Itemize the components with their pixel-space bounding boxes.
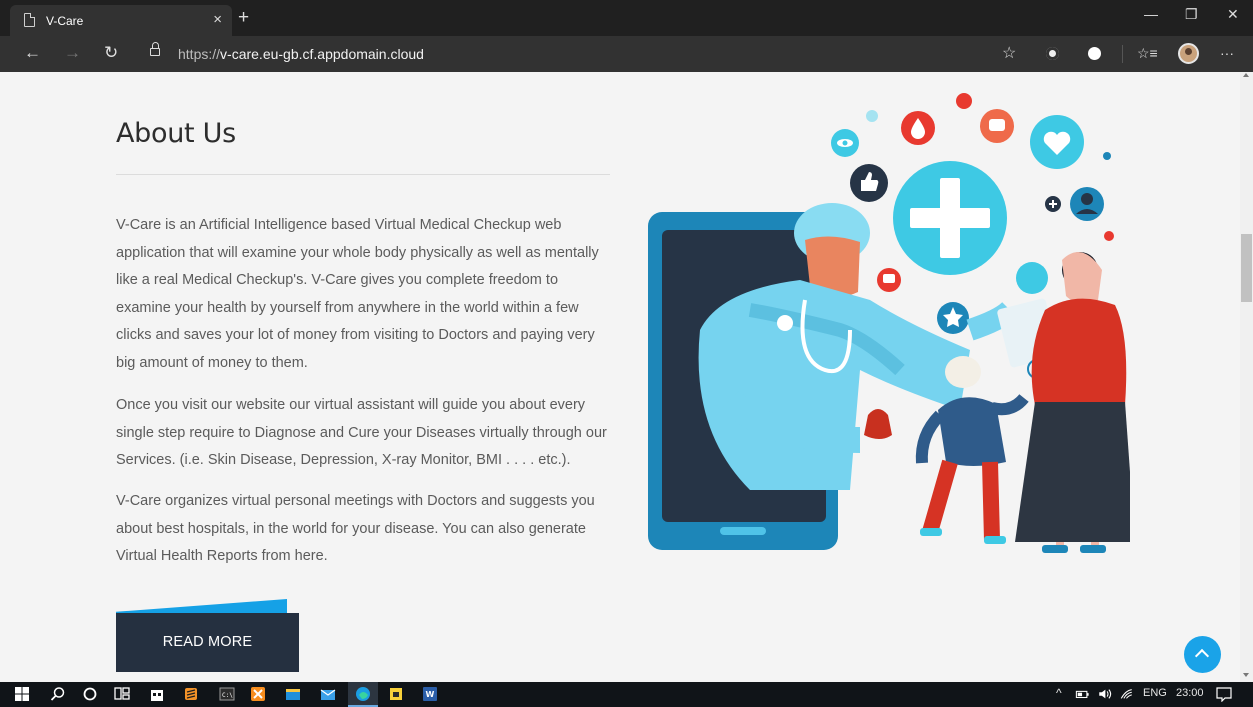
about-paragraph: Once you visit our website our virtual a… (116, 397, 607, 468)
about-paragraph: V-Care organizes virtual personal meetin… (116, 493, 595, 564)
favorite-star-icon[interactable]: ☆ (1002, 43, 1016, 63)
url-protocol: https:// (178, 46, 221, 62)
sticky-notes-icon[interactable] (388, 686, 404, 702)
new-tab-button[interactable]: + (238, 7, 249, 29)
battery-icon[interactable] (1075, 687, 1090, 701)
about-paragraph: V-Care is an Artificial Intelligence bas… (116, 217, 599, 371)
toolbar-divider (1122, 45, 1123, 63)
restore-button[interactable]: ❐ (1185, 6, 1198, 23)
browser-tab[interactable]: V-Care × (10, 5, 232, 36)
browser-titlebar: V-Care × + — ❐ ✕ (0, 0, 1253, 36)
browser-toolbar: ← → ↻ https://v-care.eu-gb.cf.appdomain.… (0, 36, 1253, 72)
scrollbar-thumb[interactable] (1241, 234, 1252, 302)
favorites-icon[interactable]: ☆≡ (1137, 45, 1158, 62)
scrollbar[interactable] (1240, 72, 1253, 682)
volume-icon[interactable] (1097, 687, 1112, 701)
cortana-icon[interactable] (82, 686, 98, 702)
child-head (945, 356, 981, 388)
mail-icon[interactable] (320, 686, 336, 702)
medicine-bag (864, 409, 892, 439)
address-input[interactable]: https://v-care.eu-gb.cf.appdomain.cloud (178, 46, 424, 62)
woman-top (1031, 298, 1127, 405)
svg-text:C:\: C:\ (222, 692, 233, 699)
close-window-button[interactable]: ✕ (1227, 6, 1239, 23)
scroll-up-icon[interactable] (1243, 73, 1249, 77)
extension-icon[interactable] (1088, 47, 1101, 60)
medical-illustration (648, 93, 1130, 553)
store-icon[interactable] (149, 686, 165, 702)
file-explorer-icon[interactable] (285, 686, 301, 702)
task-view-icon[interactable] (114, 686, 130, 702)
terminal-icon[interactable]: C:\ (219, 686, 235, 702)
back-button[interactable]: ← (24, 43, 41, 63)
os-taskbar: C:\ W ^ ENG 23:00 (0, 682, 1253, 707)
scroll-to-top-button[interactable] (1184, 636, 1221, 673)
clock[interactable]: 23:00 (1176, 687, 1204, 699)
tab-title: V-Care (46, 14, 84, 28)
more-menu-icon[interactable]: ··· (1220, 45, 1234, 61)
word-icon[interactable]: W (422, 686, 438, 702)
title-divider (116, 174, 610, 175)
page-icon (24, 13, 35, 27)
edge-browser-icon[interactable] (355, 686, 371, 702)
profile-avatar[interactable] (1178, 43, 1199, 64)
refresh-button[interactable]: ↻ (104, 43, 118, 63)
phone-button (720, 527, 766, 535)
windows-start-icon[interactable] (14, 686, 30, 702)
read-more-button[interactable]: READ MORE (116, 613, 299, 672)
scroll-down-icon[interactable] (1243, 673, 1249, 677)
xampp-icon[interactable] (250, 686, 266, 702)
woman-skirt (1015, 402, 1130, 542)
svg-text:W: W (426, 690, 435, 699)
tab-close-icon[interactable]: × (213, 11, 222, 28)
doctor-coat (698, 280, 970, 490)
lock-icon[interactable] (150, 42, 160, 56)
minimize-button[interactable]: — (1144, 6, 1158, 22)
sublime-icon[interactable] (183, 686, 199, 702)
extension-icon[interactable] (1046, 47, 1059, 60)
url-host: v-care.eu-gb.cf.appdomain.cloud (220, 46, 424, 62)
refresh-icon (1016, 262, 1048, 294)
section-title: About Us (116, 118, 236, 149)
forward-button[interactable]: → (64, 43, 81, 63)
notifications-icon[interactable] (1216, 686, 1232, 702)
wifi-icon[interactable] (1119, 687, 1134, 701)
search-icon[interactable] (50, 686, 66, 702)
language-indicator[interactable]: ENG (1143, 687, 1167, 699)
tray-chevron-icon[interactable]: ^ (1056, 686, 1062, 700)
